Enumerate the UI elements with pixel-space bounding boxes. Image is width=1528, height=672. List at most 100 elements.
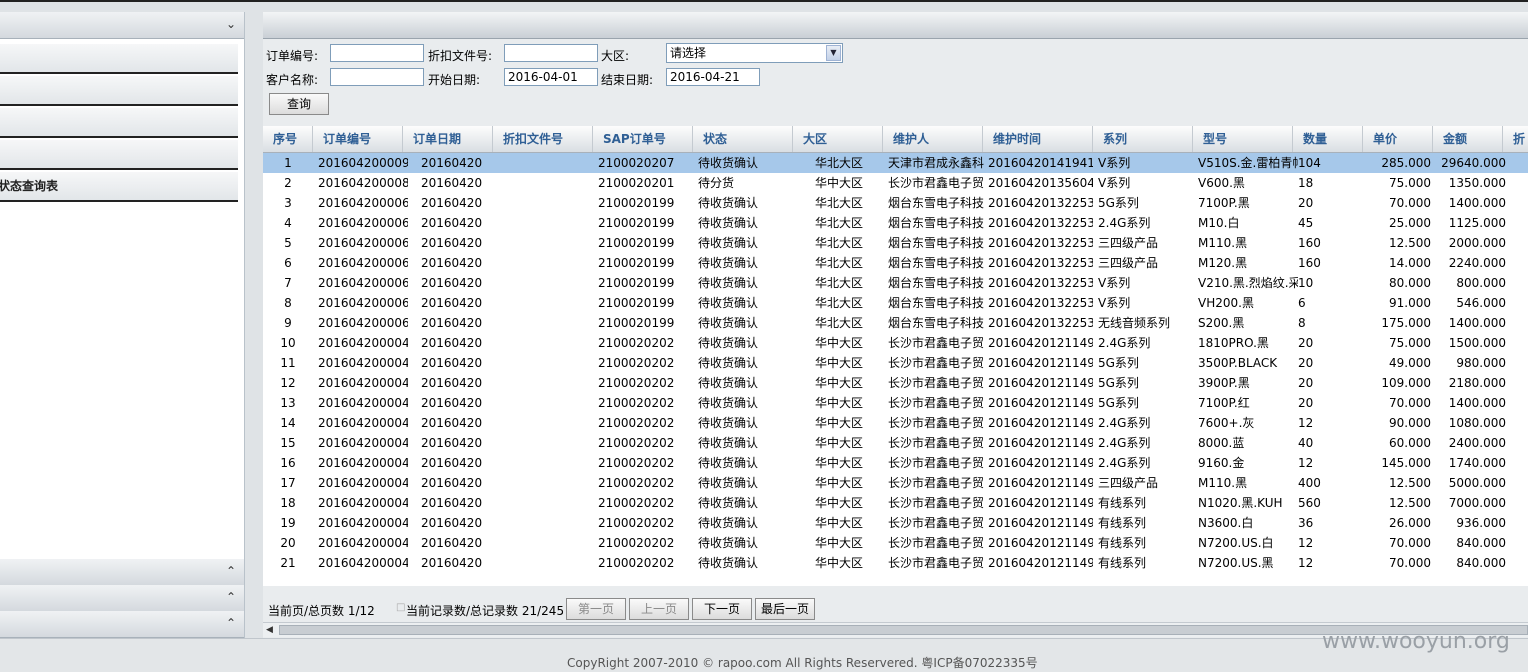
column-header[interactable]: 状态 bbox=[693, 126, 793, 152]
column-header[interactable]: 系列 bbox=[1093, 126, 1193, 152]
chevron-down-icon[interactable]: ⌄ bbox=[226, 17, 236, 31]
table-row[interactable]: 2 201604200008 20160420 2100020201 待分货 华中大区 长沙… bbox=[263, 173, 1528, 193]
table-cell: 12.500 bbox=[1389, 476, 1431, 490]
table-cell: 待收货确认 bbox=[698, 356, 759, 370]
menu-item-status-query[interactable]: 状态查询表 bbox=[0, 172, 238, 202]
table-cell: 2100020199 bbox=[598, 216, 675, 230]
table-cell: 201604200006 bbox=[318, 296, 408, 310]
table-row[interactable]: 14 201604200004 20160420 2100020202 待收货确认 华中大… bbox=[263, 413, 1528, 433]
table-row[interactable]: 21 201604200004 20160420 2100020202 待收货确认 华中大… bbox=[263, 553, 1528, 573]
table-cell: 长沙市君鑫电子贸 bbox=[888, 536, 985, 550]
column-header[interactable]: 型号 bbox=[1193, 126, 1293, 152]
table-cell: 20160420132253 bbox=[988, 296, 1093, 310]
column-header[interactable]: SAP订单号 bbox=[593, 126, 693, 152]
menu-item[interactable] bbox=[0, 76, 238, 106]
table-cell: 2100020199 bbox=[598, 196, 675, 210]
next-page-button[interactable]: 下一页 bbox=[692, 598, 752, 620]
column-header[interactable]: 维护人 bbox=[883, 126, 983, 152]
first-page-button[interactable]: 第一页 bbox=[566, 598, 626, 620]
table-row[interactable]: 15 201604200004 20160420 2100020202 待收货确认 华中大… bbox=[263, 433, 1528, 453]
table-cell: 20160420132253 bbox=[988, 276, 1093, 290]
table-cell: 1080.000 bbox=[1448, 416, 1506, 430]
table-cell: 20160420 bbox=[421, 536, 483, 550]
menu-item[interactable] bbox=[0, 44, 238, 74]
table-row[interactable]: 17 201604200004 20160420 2100020202 待收货确认 华中大… bbox=[263, 473, 1528, 493]
left-panel-section[interactable]: ⌃ bbox=[0, 585, 244, 612]
copyright-text: CopyRight 2007-2010 © rapoo.com All Righ… bbox=[567, 656, 1038, 670]
left-panel-section[interactable]: ⌃ bbox=[0, 559, 244, 586]
chevron-up-icon[interactable]: ⌃ bbox=[226, 564, 236, 578]
discount-doc-input[interactable] bbox=[504, 44, 598, 62]
table-row[interactable]: 9 201604200006 20160420 2100020199 待收货确认 华北大区… bbox=[263, 313, 1528, 333]
region-select[interactable]: 请选择 ▼ bbox=[666, 43, 843, 63]
table-cell: 201604200004 bbox=[318, 376, 408, 390]
column-header[interactable]: 序号 bbox=[263, 126, 313, 152]
menu-item[interactable] bbox=[0, 140, 238, 170]
table-row[interactable]: 18 201604200004 20160420 2100020202 待收货确认 华中大… bbox=[263, 493, 1528, 513]
order-no-input[interactable] bbox=[330, 44, 424, 62]
table-cell: 2100020199 bbox=[598, 316, 675, 330]
table-cell: 7600+.灰 bbox=[1198, 416, 1255, 430]
table-row[interactable]: 10 201604200004 20160420 2100020202 待收货确认 华中大… bbox=[263, 333, 1528, 353]
left-panel-header[interactable]: ⌄ bbox=[0, 12, 244, 39]
table-row[interactable]: 3 201604200006 20160420 2100020199 待收货确认 华北大区… bbox=[263, 193, 1528, 213]
start-date-input[interactable] bbox=[504, 68, 598, 86]
column-header[interactable]: 折 bbox=[1503, 126, 1528, 152]
table-cell: 20160420121149 bbox=[988, 476, 1093, 490]
customer-input[interactable] bbox=[330, 68, 424, 86]
table-cell: 145.000 bbox=[1381, 456, 1431, 470]
table-cell: 长沙市君鑫电子贸 bbox=[888, 356, 985, 370]
table-row[interactable]: 11 201604200004 20160420 2100020202 待收货确认 华中大… bbox=[263, 353, 1528, 373]
left-panel-section[interactable]: ⌃ bbox=[0, 611, 244, 638]
column-header[interactable]: 订单编号 bbox=[313, 126, 403, 152]
column-header[interactable]: 折扣文件号 bbox=[493, 126, 593, 152]
table-cell: 有线系列 bbox=[1098, 516, 1147, 530]
column-header[interactable]: 数量 bbox=[1293, 126, 1363, 152]
discount-doc-label: 折扣文件号: bbox=[428, 49, 493, 63]
table-row[interactable]: 20 201604200004 20160420 2100020202 待收货确认 华中大… bbox=[263, 533, 1528, 553]
table-cell: M110.黑 bbox=[1198, 476, 1248, 490]
table-cell: 8 bbox=[1298, 316, 1306, 330]
table-row[interactable]: 19 201604200004 20160420 2100020202 待收货确认 华中大… bbox=[263, 513, 1528, 533]
table-cell: 2100020202 bbox=[598, 456, 675, 470]
table-cell: 9160.金 bbox=[1198, 456, 1245, 470]
table-cell: 5G系列 bbox=[1098, 376, 1139, 390]
table-row[interactable]: 8 201604200006 20160420 2100020199 待收货确认 华北大区… bbox=[263, 293, 1528, 313]
table-cell: 14.000 bbox=[1389, 256, 1431, 270]
table-row[interactable]: 7 201604200006 20160420 2100020199 待收货确认 华北大区… bbox=[263, 273, 1528, 293]
watermark: www.wooyun.org bbox=[1322, 629, 1510, 654]
column-header[interactable]: 订单日期 bbox=[403, 126, 493, 152]
table-row[interactable]: 16 201604200004 20160420 2100020202 待收货确认 华中大… bbox=[263, 453, 1528, 473]
table-cell: VH200.黑 bbox=[1198, 296, 1254, 310]
table-cell: 20160420 bbox=[421, 516, 483, 530]
prev-page-button[interactable]: 上一页 bbox=[629, 598, 689, 620]
last-page-button[interactable]: 最后一页 bbox=[755, 598, 815, 620]
table-row[interactable]: 6 201604200006 20160420 2100020199 待收货确认 华北大区… bbox=[263, 253, 1528, 273]
region-label: 大区: bbox=[601, 49, 630, 63]
table-cell: 待收货确认 bbox=[698, 296, 759, 310]
column-header[interactable]: 大区 bbox=[793, 126, 883, 152]
column-header[interactable]: 单价 bbox=[1363, 126, 1433, 152]
column-header[interactable]: 维护时间 bbox=[983, 126, 1093, 152]
table-cell: 烟台东雪电子科技 bbox=[888, 276, 985, 290]
dropdown-arrow-icon[interactable]: ▼ bbox=[826, 45, 841, 61]
table-row[interactable]: 12 201604200004 20160420 2100020202 待收货确认 华中大… bbox=[263, 373, 1528, 393]
table-cell: 12 bbox=[1298, 416, 1314, 430]
table-cell: 2100020201 bbox=[598, 176, 675, 190]
menu-item[interactable] bbox=[0, 108, 238, 138]
chevron-up-icon[interactable]: ⌃ bbox=[226, 616, 236, 630]
query-button[interactable]: 查询 bbox=[269, 93, 329, 115]
table-cell: 12 bbox=[1298, 456, 1314, 470]
end-date-input[interactable] bbox=[666, 68, 760, 86]
table-cell: 5G系列 bbox=[1098, 396, 1139, 410]
scroll-left-icon[interactable]: ◀ bbox=[266, 623, 273, 637]
table-cell: 5 bbox=[284, 236, 292, 250]
table-row[interactable]: 4 201604200006 20160420 2100020199 待收货确认 华北大区… bbox=[263, 213, 1528, 233]
chevron-up-icon[interactable]: ⌃ bbox=[226, 590, 236, 604]
table-row[interactable]: 5 201604200006 20160420 2100020199 待收货确认 华北大区… bbox=[263, 233, 1528, 253]
table-row[interactable]: 13 201604200004 20160420 2100020202 待收货确认 华中大… bbox=[263, 393, 1528, 413]
table-cell: 10 bbox=[1298, 276, 1314, 290]
column-header[interactable]: 金额 bbox=[1433, 126, 1503, 152]
table-cell: 天津市君成永鑫科 bbox=[888, 156, 985, 170]
table-row[interactable]: 1 201604200009 20160420 2100020207 待收货确认 华北大区… bbox=[263, 153, 1528, 173]
